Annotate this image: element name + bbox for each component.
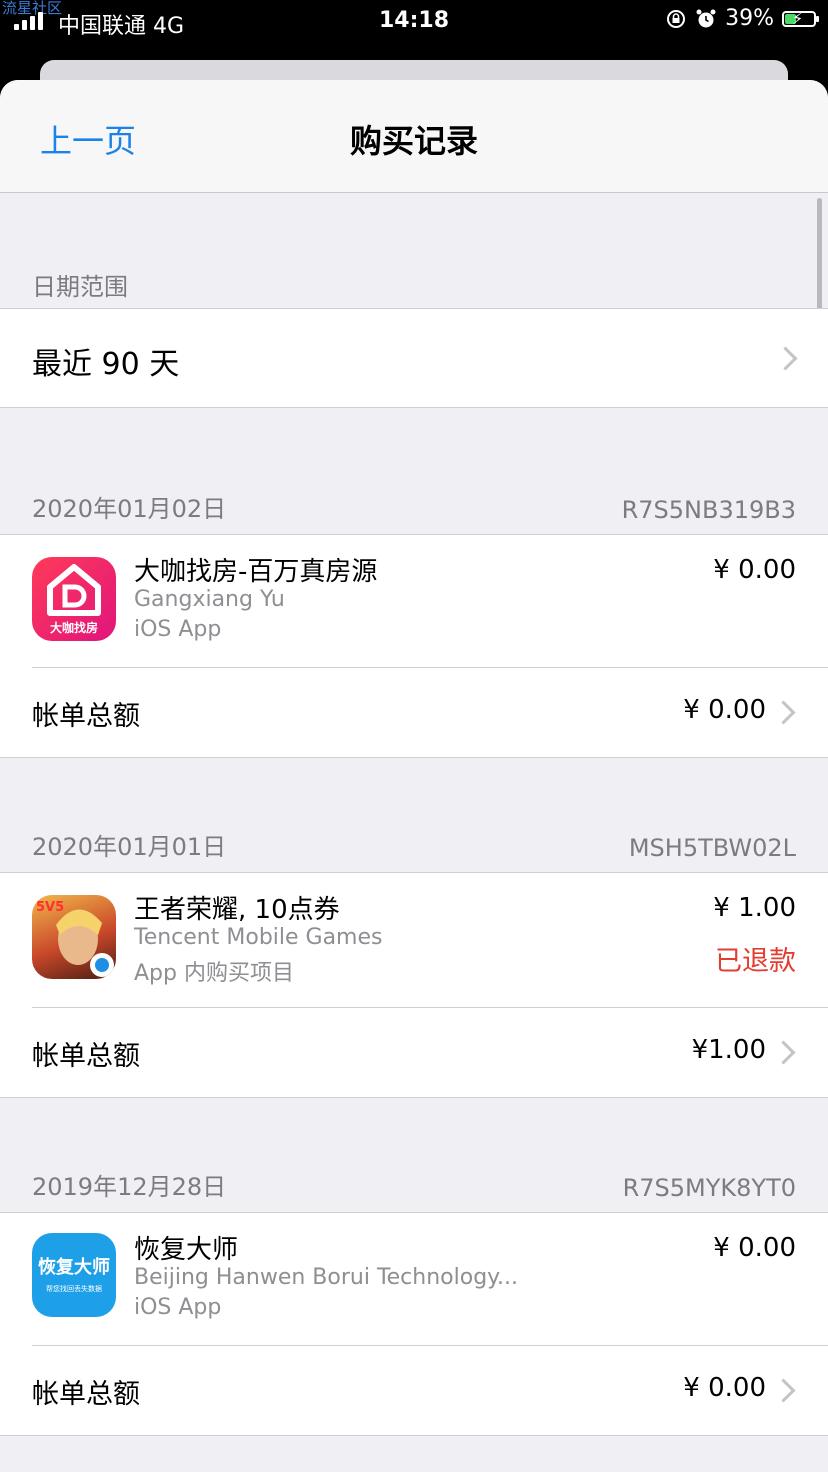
battery-percent: 39% xyxy=(725,6,774,31)
total-label: 帐单总额 xyxy=(32,701,140,732)
item-name: 恢复大师 xyxy=(134,1235,239,1265)
order-card: 5V5 王者荣耀, 10点券 Tencent Mobile Games App … xyxy=(0,872,828,1098)
total-row[interactable]: 帐单总额 ¥ 0.00 xyxy=(0,668,828,756)
app-icon-sublabel: 帮您找回丢失数据 xyxy=(46,1284,102,1293)
dakazhaofang-app-icon: 大咖找房 xyxy=(32,557,116,641)
status-right: 39% ⚡ xyxy=(665,6,819,31)
order-id: R7S5NB319B3 xyxy=(621,496,796,524)
chevron-right-icon xyxy=(771,700,796,725)
item-name: 大咖找房-百万真房源 xyxy=(134,557,378,587)
item-developer: Gangxiang Yu xyxy=(134,587,285,612)
navigation-bar: 上一页 购买记录 xyxy=(0,80,828,193)
item-type: App 内购买项目 xyxy=(134,961,294,986)
recovery-master-app-icon: 恢复大师 帮您找回丢失数据 xyxy=(32,1233,116,1317)
alarm-icon xyxy=(696,9,716,27)
total-label: 帐单总额 xyxy=(32,1041,140,1072)
order-header: 2020年01月01日 MSH5TBW02L xyxy=(0,826,828,862)
app-icon-label: 5V5 xyxy=(36,900,64,915)
item-type: iOS App xyxy=(134,617,222,642)
total-label: 帐单总额 xyxy=(32,1379,140,1410)
total-value: ¥1.00 xyxy=(691,1035,766,1065)
honor-of-kings-app-icon: 5V5 xyxy=(32,895,116,979)
total-value: ¥ 0.00 xyxy=(683,695,766,725)
item-price: ¥ 1.00 xyxy=(713,893,796,923)
chevron-right-icon xyxy=(771,1040,796,1065)
battery-charging-icon: ⚡ xyxy=(782,9,819,28)
order-header: 2019年12月28日 R7S5MYK8YT0 xyxy=(0,1166,828,1202)
rotation-lock-icon xyxy=(667,9,686,28)
order-id: MSH5TBW02L xyxy=(628,834,796,862)
item-type: iOS App xyxy=(134,1295,222,1320)
order-card: 大咖找房 大咖找房-百万真房源 Gangxiang Yu iOS App ¥ 0… xyxy=(0,534,828,758)
total-value: ¥ 0.00 xyxy=(683,1373,766,1403)
order-date: 2020年01月02日 xyxy=(32,495,227,523)
item-price: ¥ 0.00 xyxy=(713,1233,796,1263)
total-row[interactable]: 帐单总额 ¥ 0.00 xyxy=(0,1346,828,1434)
item-price: ¥ 0.00 xyxy=(713,555,796,585)
app-icon-label: 恢复大师 xyxy=(38,1256,110,1278)
app-icon-label: 大咖找房 xyxy=(50,620,98,635)
date-range-row[interactable]: 最近 90 天 xyxy=(0,308,828,408)
order-id: R7S5MYK8YT0 xyxy=(622,1174,796,1202)
page-title: 购买记录 xyxy=(349,122,478,160)
date-range-value: 最近 90 天 xyxy=(32,347,180,382)
total-row[interactable]: 帐单总额 ¥1.00 xyxy=(0,1008,828,1096)
status-bar: 流星社区 中国联通 4G 14:18 39% ⚡ xyxy=(0,0,828,44)
order-date: 2020年01月01日 xyxy=(32,833,227,861)
purchase-history-sheet: 上一页 购买记录 日期范围 最近 90 天 2020年01月02日 R7S5NB… xyxy=(0,80,828,1472)
item-developer: Beijing Hanwen Borui Technology... xyxy=(134,1265,519,1290)
order-date: 2019年12月28日 xyxy=(32,1173,227,1201)
order-header: 2020年01月02日 R7S5NB319B3 xyxy=(0,488,828,524)
item-developer: Tencent Mobile Games xyxy=(134,925,383,950)
order-card: 恢复大师 帮您找回丢失数据 恢复大师 Beijing Hanwen Borui … xyxy=(0,1212,828,1436)
chevron-right-icon xyxy=(773,346,798,371)
chevron-right-icon xyxy=(771,1378,796,1403)
date-range-header-label: 日期范围 xyxy=(32,273,128,301)
date-range-header: 日期范围 xyxy=(0,266,828,302)
refund-status: 已退款 xyxy=(715,946,796,977)
item-name: 王者荣耀, 10点券 xyxy=(134,895,340,925)
